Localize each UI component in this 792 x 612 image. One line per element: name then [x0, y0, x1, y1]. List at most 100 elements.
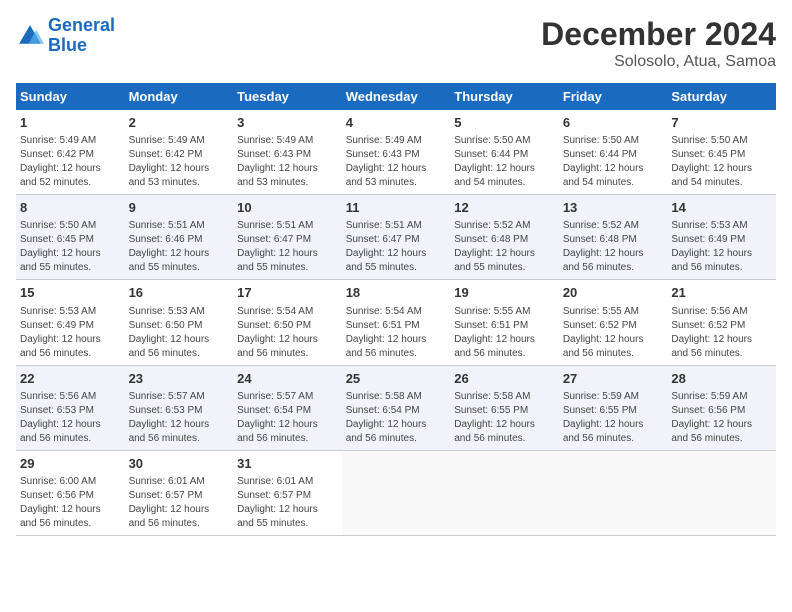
- weekday-header-monday: Monday: [125, 83, 234, 110]
- calendar-cell: 23 Sunrise: 5:57 AM Sunset: 6:53 PM Dayli…: [125, 365, 234, 450]
- day-number: 6: [563, 114, 664, 132]
- logo: General Blue: [16, 16, 115, 56]
- calendar-cell: 31 Sunrise: 6:01 AM Sunset: 6:57 PM Dayli…: [233, 450, 342, 535]
- calendar-cell: 29 Sunrise: 6:00 AM Sunset: 6:56 PM Dayli…: [16, 450, 125, 535]
- calendar-cell: 2Sunrise: 5:49 AM Sunset: 6:42 PM Daylig…: [125, 110, 234, 195]
- day-info: Sunrise: 5:50 AM Sunset: 6:44 PM Dayligh…: [563, 134, 664, 190]
- calendar-cell: 8 Sunrise: 5:50 AM Sunset: 6:45 PM Daylig…: [16, 195, 125, 280]
- month-title: December 2024: [541, 16, 776, 53]
- day-number: 17: [237, 284, 338, 302]
- week-row-1: 1 Sunrise: 5:49 AM Sunset: 6:42 PM Daylig…: [16, 110, 776, 195]
- calendar-cell: 1 Sunrise: 5:49 AM Sunset: 6:42 PM Daylig…: [16, 110, 125, 195]
- day-number: 26: [454, 370, 555, 388]
- day-number: 22: [20, 370, 121, 388]
- day-info: Sunrise: 5:51 AM Sunset: 6:47 PM Dayligh…: [346, 219, 447, 275]
- calendar-cell: 6 Sunrise: 5:50 AM Sunset: 6:44 PM Daylig…: [559, 110, 668, 195]
- day-info: Sunrise: 5:54 AM Sunset: 6:51 PM Dayligh…: [346, 305, 447, 361]
- week-row-3: 15 Sunrise: 5:53 AM Sunset: 6:49 PM Dayli…: [16, 280, 776, 365]
- week-row-5: 29 Sunrise: 6:00 AM Sunset: 6:56 PM Dayli…: [16, 450, 776, 535]
- day-number: 7: [671, 114, 772, 132]
- location-title: Solosolo, Atua, Samoa: [541, 53, 776, 71]
- day-number: 2: [129, 114, 230, 132]
- calendar-cell: 28Sunrise: 5:59 AM Sunset: 6:56 PM Dayli…: [667, 365, 776, 450]
- calendar-cell: 5 Sunrise: 5:50 AM Sunset: 6:44 PM Daylig…: [450, 110, 559, 195]
- day-info: Sunrise: 6:01 AM Sunset: 6:57 PM Dayligh…: [237, 475, 338, 531]
- weekday-header-sunday: Sunday: [16, 83, 125, 110]
- calendar-cell: 12Sunrise: 5:52 AM Sunset: 6:48 PM Dayli…: [450, 195, 559, 280]
- calendar-cell: 30Sunrise: 6:01 AM Sunset: 6:57 PM Dayli…: [125, 450, 234, 535]
- day-info: Sunrise: 5:51 AM Sunset: 6:46 PM Dayligh…: [129, 219, 230, 275]
- day-number: 21: [671, 284, 772, 302]
- day-info: Sunrise: 5:53 AM Sunset: 6:50 PM Dayligh…: [129, 305, 230, 361]
- day-info: Sunrise: 5:54 AM Sunset: 6:50 PM Dayligh…: [237, 305, 338, 361]
- day-number: 15: [20, 284, 121, 302]
- calendar-cell: 25 Sunrise: 5:58 AM Sunset: 6:54 PM Dayli…: [342, 365, 451, 450]
- week-row-4: 22Sunrise: 5:56 AM Sunset: 6:53 PM Dayli…: [16, 365, 776, 450]
- calendar-cell: 26 Sunrise: 5:58 AM Sunset: 6:55 PM Dayli…: [450, 365, 559, 450]
- day-number: 5: [454, 114, 555, 132]
- day-number: 27: [563, 370, 664, 388]
- calendar-cell: 27 Sunrise: 5:59 AM Sunset: 6:55 PM Dayli…: [559, 365, 668, 450]
- calendar-cell: [667, 450, 776, 535]
- day-info: Sunrise: 5:55 AM Sunset: 6:52 PM Dayligh…: [563, 305, 664, 361]
- day-info: Sunrise: 5:53 AM Sunset: 6:49 PM Dayligh…: [20, 305, 121, 361]
- day-number: 28: [671, 370, 772, 388]
- day-info: Sunrise: 5:51 AM Sunset: 6:47 PM Dayligh…: [237, 219, 338, 275]
- day-info: Sunrise: 5:58 AM Sunset: 6:54 PM Dayligh…: [346, 390, 447, 446]
- day-info: Sunrise: 5:57 AM Sunset: 6:54 PM Dayligh…: [237, 390, 338, 446]
- day-info: Sunrise: 5:58 AM Sunset: 6:55 PM Dayligh…: [454, 390, 555, 446]
- day-info: Sunrise: 5:49 AM Sunset: 6:43 PM Dayligh…: [346, 134, 447, 190]
- calendar-cell: 14Sunrise: 5:53 AM Sunset: 6:49 PM Dayli…: [667, 195, 776, 280]
- calendar-cell: 9 Sunrise: 5:51 AM Sunset: 6:46 PM Daylig…: [125, 195, 234, 280]
- weekday-header-row: SundayMondayTuesdayWednesdayThursdayFrid…: [16, 83, 776, 110]
- day-info: Sunrise: 5:55 AM Sunset: 6:51 PM Dayligh…: [454, 305, 555, 361]
- day-number: 25: [346, 370, 447, 388]
- day-number: 16: [129, 284, 230, 302]
- day-number: 23: [129, 370, 230, 388]
- calendar-cell: 19 Sunrise: 5:55 AM Sunset: 6:51 PM Dayli…: [450, 280, 559, 365]
- day-info: Sunrise: 6:00 AM Sunset: 6:56 PM Dayligh…: [20, 475, 121, 531]
- day-info: Sunrise: 5:57 AM Sunset: 6:53 PM Dayligh…: [129, 390, 230, 446]
- day-number: 18: [346, 284, 447, 302]
- day-number: 4: [346, 114, 447, 132]
- day-number: 1: [20, 114, 121, 132]
- day-info: Sunrise: 5:52 AM Sunset: 6:48 PM Dayligh…: [454, 219, 555, 275]
- day-info: Sunrise: 6:01 AM Sunset: 6:57 PM Dayligh…: [129, 475, 230, 531]
- calendar-cell: 11 Sunrise: 5:51 AM Sunset: 6:47 PM Dayli…: [342, 195, 451, 280]
- calendar-cell: [342, 450, 451, 535]
- day-number: 11: [346, 199, 447, 217]
- calendar-cell: 18 Sunrise: 5:54 AM Sunset: 6:51 PM Dayli…: [342, 280, 451, 365]
- calendar-cell: 16 Sunrise: 5:53 AM Sunset: 6:50 PM Dayli…: [125, 280, 234, 365]
- day-info: Sunrise: 5:52 AM Sunset: 6:48 PM Dayligh…: [563, 219, 664, 275]
- day-number: 8: [20, 199, 121, 217]
- day-info: Sunrise: 5:59 AM Sunset: 6:55 PM Dayligh…: [563, 390, 664, 446]
- weekday-header-friday: Friday: [559, 83, 668, 110]
- calendar-cell: 7 Sunrise: 5:50 AM Sunset: 6:45 PM Daylig…: [667, 110, 776, 195]
- calendar-cell: [450, 450, 559, 535]
- day-number: 9: [129, 199, 230, 217]
- header: General Blue December 2024 Solosolo, Atu…: [16, 16, 776, 71]
- calendar-cell: [559, 450, 668, 535]
- day-number: 31: [237, 455, 338, 473]
- day-info: Sunrise: 5:49 AM Sunset: 6:43 PM Dayligh…: [237, 134, 338, 190]
- weekday-header-tuesday: Tuesday: [233, 83, 342, 110]
- day-info: Sunrise: 5:50 AM Sunset: 6:44 PM Dayligh…: [454, 134, 555, 190]
- calendar-cell: 13Sunrise: 5:52 AM Sunset: 6:48 PM Dayli…: [559, 195, 668, 280]
- logo-icon: [16, 22, 44, 50]
- title-area: December 2024 Solosolo, Atua, Samoa: [541, 16, 776, 71]
- calendar-cell: 21Sunrise: 5:56 AM Sunset: 6:52 PM Dayli…: [667, 280, 776, 365]
- weekday-header-thursday: Thursday: [450, 83, 559, 110]
- day-info: Sunrise: 5:50 AM Sunset: 6:45 PM Dayligh…: [671, 134, 772, 190]
- calendar-cell: 4 Sunrise: 5:49 AM Sunset: 6:43 PM Daylig…: [342, 110, 451, 195]
- day-number: 10: [237, 199, 338, 217]
- calendar-table: SundayMondayTuesdayWednesdayThursdayFrid…: [16, 83, 776, 536]
- calendar-cell: 10 Sunrise: 5:51 AM Sunset: 6:47 PM Dayli…: [233, 195, 342, 280]
- calendar-cell: 3Sunrise: 5:49 AM Sunset: 6:43 PM Daylig…: [233, 110, 342, 195]
- day-info: Sunrise: 5:49 AM Sunset: 6:42 PM Dayligh…: [20, 134, 121, 190]
- day-info: Sunrise: 5:50 AM Sunset: 6:45 PM Dayligh…: [20, 219, 121, 275]
- calendar-cell: 15 Sunrise: 5:53 AM Sunset: 6:49 PM Dayli…: [16, 280, 125, 365]
- logo-line1: General: [48, 15, 115, 35]
- day-number: 24: [237, 370, 338, 388]
- day-number: 29: [20, 455, 121, 473]
- day-number: 19: [454, 284, 555, 302]
